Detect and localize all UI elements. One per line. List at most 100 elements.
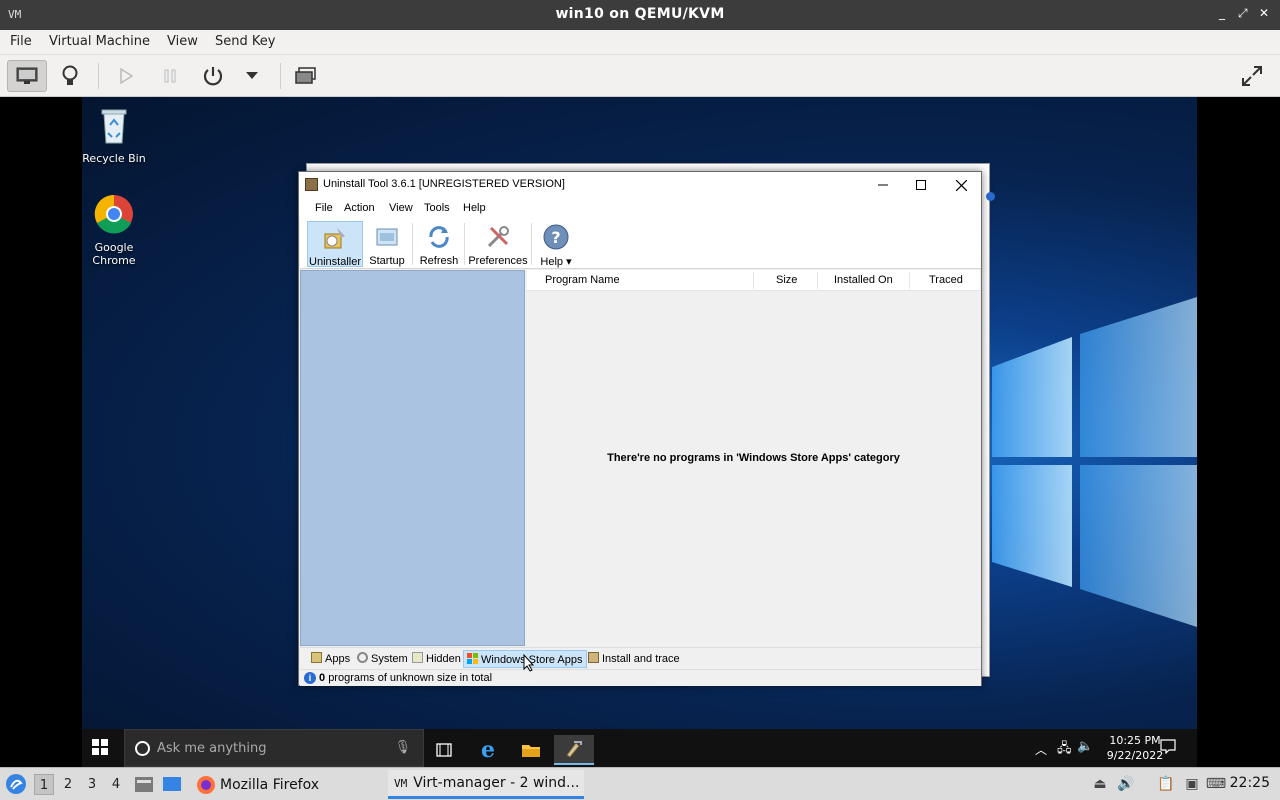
- virt-manager-task-icon: VM: [394, 776, 408, 790]
- run-button[interactable]: [106, 60, 146, 92]
- power-menu-button[interactable]: [232, 60, 272, 92]
- preferences-label: Preferences: [468, 255, 528, 267]
- menu-virtual-machine[interactable]: Virtual Machine: [49, 34, 150, 49]
- menu-file[interactable]: File: [10, 34, 32, 49]
- files-launcher-icon[interactable]: [134, 775, 154, 797]
- host-clock[interactable]: 22:25: [1230, 775, 1270, 791]
- windows-start-icon[interactable]: [92, 739, 108, 755]
- refresh-label: Refresh: [419, 255, 459, 267]
- tray-network-icon[interactable]: ⌨: [1206, 774, 1226, 794]
- maximize-icon[interactable]: ⤢: [1238, 6, 1248, 21]
- ut-program-list[interactable]: Program Name Size Installed On Traced Th…: [527, 270, 980, 646]
- tray-arrow-icon[interactable]: ⏏: [1090, 774, 1110, 794]
- help-button[interactable]: ? Help ▾: [536, 221, 576, 268]
- help-label: Help ▾: [540, 256, 572, 268]
- desktop-launcher-icon[interactable]: [162, 775, 182, 797]
- ut-menu-action[interactable]: Action: [344, 202, 375, 214]
- ut-menu-file[interactable]: File: [315, 202, 333, 214]
- status-text: 0 programs of unknown size in total: [319, 672, 493, 684]
- tab-install-and-trace[interactable]: Install and trace: [585, 650, 683, 668]
- windows-store-icon: [467, 653, 478, 664]
- startup-button[interactable]: Startup: [366, 221, 408, 267]
- menu-send-key[interactable]: Send Key: [215, 34, 275, 49]
- ut-menu-tools[interactable]: Tools: [424, 202, 450, 214]
- power-icon: [203, 67, 223, 86]
- tray-display-icon[interactable]: ▣: [1182, 774, 1202, 794]
- ut-window-title: Uninstall Tool 3.6.1 [UNREGISTERED VERSI…: [323, 178, 565, 190]
- volume-icon[interactable]: 🔈: [1077, 739, 1093, 754]
- ut-menu-view[interactable]: View: [389, 202, 413, 214]
- app-menu-icon[interactable]: [5, 773, 27, 799]
- ut-toolbar: Uninstaller Startup Refresh Preferences …: [300, 219, 981, 269]
- background-window-info-icon: [986, 192, 995, 201]
- chevron-up-icon[interactable]: ︿: [1035, 741, 1047, 758]
- ut-category-tabs: Apps System Hidden Windows Store Apps In…: [300, 647, 981, 668]
- ut-maximize-icon[interactable]: [901, 172, 941, 198]
- refresh-icon: [429, 226, 449, 248]
- ut-titlebar[interactable]: Uninstall Tool 3.6.1 [UNREGISTERED VERSI…: [299, 172, 981, 198]
- ut-category-panel[interactable]: [300, 270, 525, 646]
- workspace-4[interactable]: 4: [106, 774, 126, 795]
- ut-menu-help[interactable]: Help: [463, 202, 486, 214]
- uninstall-tool-taskbar-icon[interactable]: [554, 735, 594, 765]
- info-icon: i: [304, 672, 316, 684]
- workspace-3[interactable]: 3: [82, 774, 102, 795]
- ut-minimize-icon[interactable]: [863, 172, 903, 198]
- host-titlebar: VM win10 on QEMU/KVM _ ⤢ ✕: [0, 0, 1280, 30]
- empty-list-message: There're no programs in 'Windows Store A…: [607, 452, 900, 464]
- tab-hidden[interactable]: Hidden: [409, 650, 464, 668]
- edge-icon[interactable]: e: [468, 735, 508, 765]
- uninstaller-icon: [324, 228, 345, 249]
- uninstall-tool-window[interactable]: Uninstall Tool 3.6.1 [UNREGISTERED VERSI…: [298, 171, 982, 686]
- workspace-1[interactable]: 1: [34, 774, 54, 795]
- install-trace-icon: [588, 652, 599, 663]
- windows-taskbar: Ask me anything 🎙 e ︿ 🖧 🔈 10:25 PM 9/22/…: [82, 729, 1197, 767]
- pause-button[interactable]: [150, 60, 190, 92]
- tab-system[interactable]: System: [354, 650, 411, 668]
- microphone-icon[interactable]: 🎙: [394, 740, 411, 755]
- tray-volume-icon[interactable]: 🔊: [1116, 774, 1136, 794]
- details-button[interactable]: [50, 60, 90, 92]
- task-virt-manager[interactable]: VM Virt-manager - 2 wind...: [388, 770, 584, 799]
- column-traced[interactable]: Traced: [929, 274, 963, 286]
- console-button[interactable]: [7, 60, 47, 92]
- ut-menubar: File Action View Tools Help: [299, 198, 981, 219]
- fullscreen-button[interactable]: [1232, 60, 1272, 92]
- tab-apps[interactable]: Apps: [308, 650, 353, 668]
- task-view-icon[interactable]: [424, 735, 464, 765]
- workspace-2[interactable]: 2: [58, 774, 78, 795]
- tray-clipboard-icon[interactable]: 📋: [1156, 774, 1176, 794]
- help-icon: ?: [543, 224, 569, 250]
- ut-close-icon[interactable]: [941, 172, 981, 198]
- google-chrome-shortcut[interactable]: Google Chrome: [82, 194, 149, 267]
- cortana-search-box[interactable]: Ask me anything 🎙: [124, 729, 424, 767]
- uninstaller-label: Uninstaller: [309, 256, 361, 268]
- refresh-button[interactable]: Refresh: [418, 221, 460, 267]
- fullscreen-icon: [1242, 66, 1262, 86]
- apps-icon: [311, 652, 322, 663]
- task-firefox[interactable]: Mozilla Firefox: [190, 770, 380, 799]
- uninstaller-button[interactable]: Uninstaller: [307, 221, 363, 268]
- preferences-button[interactable]: Preferences: [468, 221, 528, 267]
- startup-icon: [376, 228, 398, 246]
- power-button[interactable]: [193, 60, 233, 92]
- column-installed-on[interactable]: Installed On: [834, 274, 893, 286]
- monitor-icon: [16, 67, 38, 84]
- menu-view[interactable]: View: [167, 34, 198, 49]
- firefox-icon: [197, 775, 215, 794]
- wrench-screwdriver-icon: [487, 226, 509, 248]
- minimize-icon[interactable]: _: [1219, 6, 1225, 20]
- snapshot-button[interactable]: [286, 60, 326, 92]
- column-program-name[interactable]: Program Name: [545, 274, 620, 286]
- uninstall-tool-app-icon: [305, 178, 318, 191]
- hidden-icon: [412, 652, 423, 663]
- close-icon[interactable]: ✕: [1259, 6, 1269, 20]
- notification-icon[interactable]: [1160, 738, 1176, 758]
- recycle-bin-shortcut[interactable]: Recycle Bin: [82, 105, 149, 165]
- column-size[interactable]: Size: [776, 274, 797, 286]
- mouse-cursor: [523, 654, 535, 672]
- network-icon[interactable]: 🖧: [1057, 739, 1072, 761]
- file-explorer-icon[interactable]: [511, 735, 551, 765]
- google-chrome-label: Google Chrome: [92, 241, 136, 267]
- lightbulb-icon: [62, 65, 78, 85]
